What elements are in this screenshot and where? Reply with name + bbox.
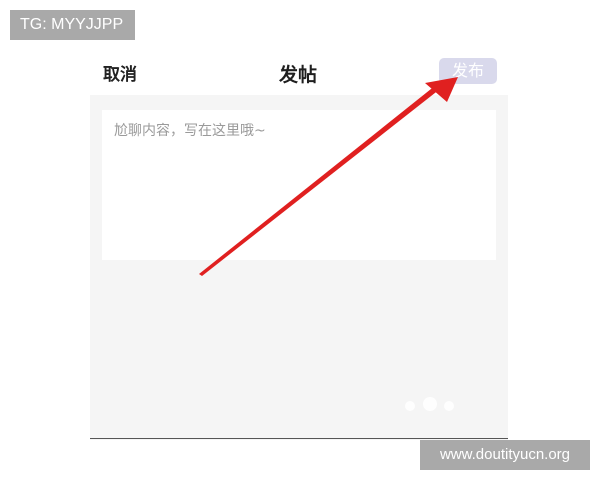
post-text-card [102, 110, 496, 260]
post-content-input[interactable] [114, 120, 484, 250]
cancel-button[interactable]: 取消 [103, 60, 137, 85]
blur-dot [405, 401, 415, 411]
post-compose-screen: TG: MYYJJPP 取消 发帖 发布 www.doutityucn.org [0, 0, 600, 480]
page-title: 发帖 [279, 64, 318, 86]
publish-button[interactable]: 发布 [439, 58, 497, 84]
watermark-top: TG: MYYJJPP [10, 10, 135, 40]
watermark-bottom: www.doutityucn.org [420, 440, 590, 470]
bottom-divider [90, 438, 508, 439]
blur-dot [444, 401, 454, 411]
blur-dot [423, 397, 437, 411]
